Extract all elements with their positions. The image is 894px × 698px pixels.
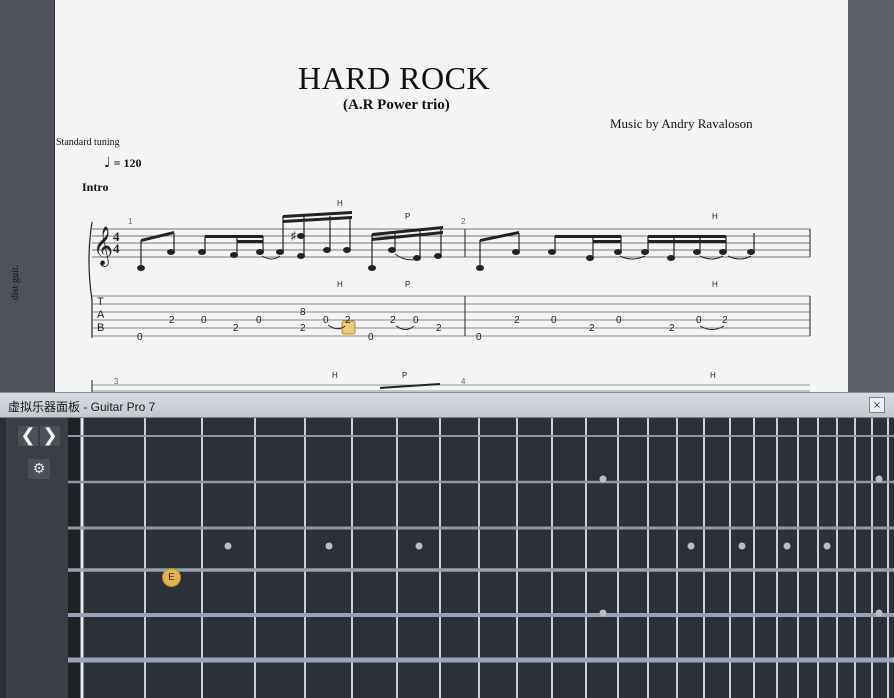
tab-clef-b: B [97,322,104,334]
tab-number: 2 [345,315,351,326]
sharp-accidental: ♯ [290,229,297,245]
second-system-staff [91,380,810,392]
tab-number: 0 [323,315,329,326]
measure-number: 1 [128,217,133,226]
tab-number: 0 [368,332,374,343]
tab-clef-t: T [97,296,104,308]
note-beams [141,211,726,243]
hammer-on-mark: H [332,371,338,380]
close-button[interactable]: × [869,397,885,413]
measure-number: 2 [461,217,466,226]
pull-off-mark: P [405,212,410,221]
tab-number: 2 [669,323,675,334]
panel-titlebar[interactable]: 虚拟乐器面板 - Guitar Pro 7 × [0,393,894,418]
gear-icon[interactable]: ⚙ [28,459,50,479]
tab-number: 2 [589,323,595,334]
tab-number: 0 [413,315,419,326]
panel-title: 虚拟乐器面板 - Guitar Pro 7 [8,400,156,414]
system-bracket-icon [88,221,93,338]
hammer-on-mark: H [710,371,716,380]
time-signature-bottom: 4 [113,241,120,256]
hammer-on-mark: H [337,280,343,289]
hammer-on-mark: H [337,199,343,208]
tab-staff: T A B [92,295,811,337]
tab-number: 2 [722,315,728,326]
tab-number: 2 [300,323,306,334]
tab-number: 0 [137,332,143,343]
tab-number: 0 [201,315,207,326]
pull-off-mark: P [402,371,407,380]
tab-number: 2 [233,323,239,334]
tab-number: 2 [514,315,520,326]
tab-number: 0 [476,332,482,343]
tab-clef-a: A [97,309,105,321]
standard-staff: 𝄞 4 4 [88,221,811,338]
guitar-fretboard[interactable] [68,418,894,698]
virtual-instrument-panel[interactable]: 虚拟乐器面板 - Guitar Pro 7 × ❮ ❯ ⚙ E [0,392,894,698]
technique-marks: H P H H P H H P H [332,199,718,380]
pull-off-mark: P [405,280,410,289]
tab-number: 2 [169,315,175,326]
panel-sidebar: ❮ ❯ ⚙ [6,418,68,698]
hammer-on-mark: H [712,280,718,289]
treble-clef-icon: 𝄞 [93,226,113,267]
tab-number: 0 [616,315,622,326]
tab-number: 2 [390,315,396,326]
tab-number: 0 [551,315,557,326]
hammer-on-mark: H [712,212,718,221]
note-heads [137,233,755,271]
tab-number: 8 [300,307,306,318]
tab-number: 0 [256,315,262,326]
chevron-right-icon[interactable]: ❯ [40,426,60,446]
tab-slurs [327,324,725,330]
chevron-left-icon[interactable]: ❮ [18,426,38,446]
active-note-marker[interactable]: E [162,568,181,587]
tab-number: 2 [436,323,442,334]
tab-number: 0 [696,315,702,326]
